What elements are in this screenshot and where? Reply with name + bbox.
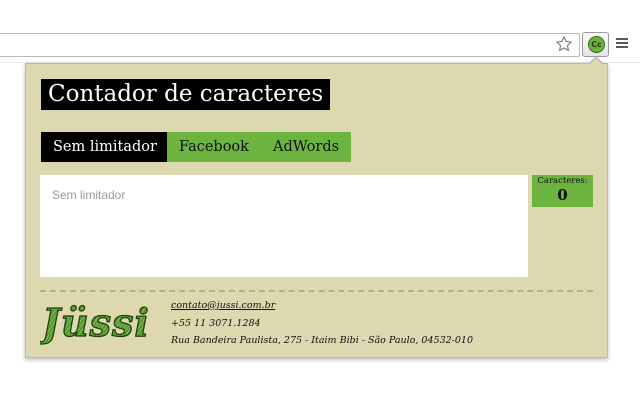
star-icon[interactable] xyxy=(555,35,573,53)
tab-adwords[interactable]: AdWords xyxy=(261,132,352,162)
popup-title: Contador de caracteres xyxy=(41,79,331,110)
character-counter: Caracteres: 0 xyxy=(532,175,593,207)
extension-icon: Cc xyxy=(588,36,605,53)
jussi-logo: Jüssi xyxy=(40,299,150,345)
tab-sem-limitador[interactable]: Sem limitador xyxy=(41,132,169,162)
counter-value: 0 xyxy=(557,186,568,204)
address-bar[interactable] xyxy=(0,33,580,57)
tab-facebook[interactable]: Facebook xyxy=(167,132,261,162)
extension-popup: Contador de caracteres Sem limitador Fac… xyxy=(25,63,608,358)
extension-button[interactable]: Cc xyxy=(582,32,609,57)
hamburger-menu-icon[interactable] xyxy=(616,38,628,50)
popup-arrow-fill xyxy=(589,58,603,65)
footer-divider xyxy=(40,290,593,292)
contact-email-link[interactable]: contato@jussi.com.br xyxy=(171,300,275,312)
contact-phone: +55 11 3071.1284 xyxy=(171,318,261,329)
text-input-area[interactable] xyxy=(40,175,528,277)
contact-address: Rua Bandeira Paulista, 275 - Itaim Bibi … xyxy=(171,335,473,346)
svg-text:Jüssi: Jüssi xyxy=(40,300,150,345)
